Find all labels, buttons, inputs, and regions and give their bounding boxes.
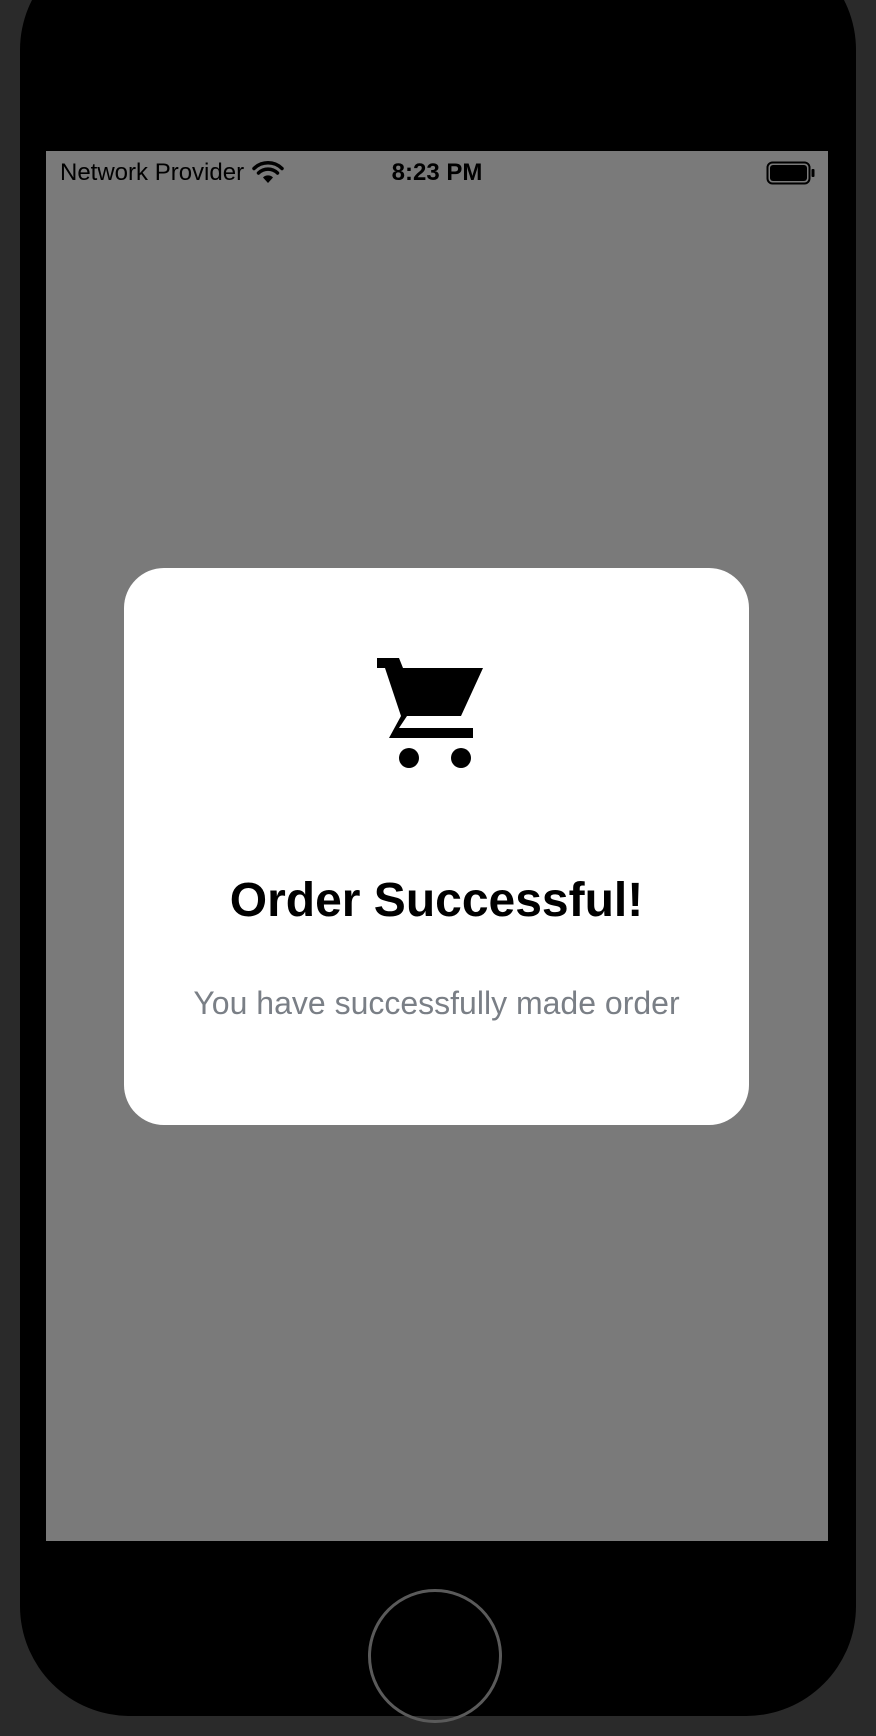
status-bar: Network Provider 8:23 PM <box>46 151 828 193</box>
dialog-message: You have successfully made order <box>193 985 680 1021</box>
screen: Network Provider 8:23 PM Order Successfu… <box>46 151 828 1541</box>
battery-icon <box>766 161 816 185</box>
shopping-cart-icon <box>377 658 487 768</box>
dialog-title: Order Successful! <box>229 874 644 927</box>
device-frame: Network Provider 8:23 PM Order Successfu… <box>0 0 876 1736</box>
home-button[interactable] <box>368 1589 502 1723</box>
order-success-dialog: Order Successful! You have successfully … <box>124 568 749 1125</box>
status-time: 8:23 PM <box>391 159 483 186</box>
